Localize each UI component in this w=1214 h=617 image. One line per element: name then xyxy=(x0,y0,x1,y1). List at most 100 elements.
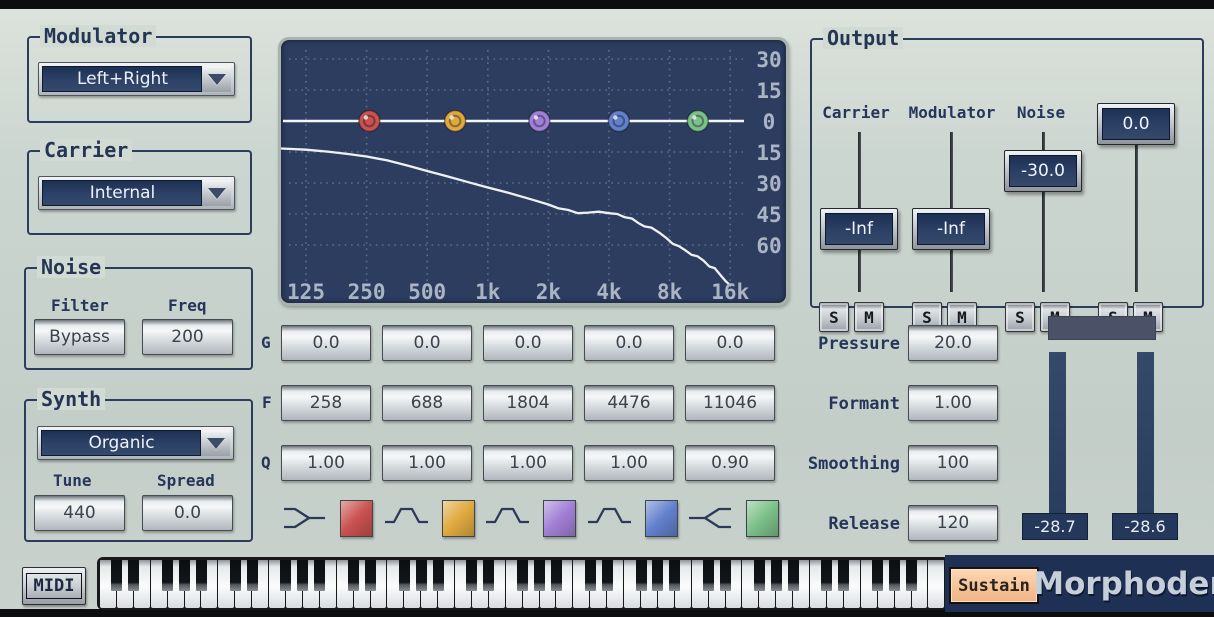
black-key[interactable] xyxy=(230,560,241,591)
white-key[interactable] xyxy=(455,560,471,608)
black-key[interactable] xyxy=(314,560,325,591)
black-key[interactable] xyxy=(247,560,258,591)
black-key[interactable] xyxy=(906,560,917,591)
black-key[interactable] xyxy=(551,560,562,591)
right-meter-readout[interactable]: -28.6 xyxy=(1112,513,1178,540)
black-key[interactable] xyxy=(585,560,596,591)
morph-fader-handle[interactable]: 0.0 xyxy=(1097,103,1175,145)
black-key[interactable] xyxy=(872,560,883,591)
carrier-mute-button[interactable]: M xyxy=(854,302,884,332)
white-key[interactable] xyxy=(928,560,944,608)
sustain-button[interactable]: Sustain xyxy=(949,567,1039,604)
black-key[interactable] xyxy=(788,560,799,591)
chevron-down-icon[interactable] xyxy=(201,66,231,92)
band2-color-button[interactable] xyxy=(442,500,475,537)
synth-spread-field[interactable]: 0.0 xyxy=(142,495,233,531)
band5-freq-field[interactable]: 11046 xyxy=(685,385,775,421)
white-key[interactable] xyxy=(810,560,826,608)
black-key[interactable] xyxy=(889,560,900,591)
black-key[interactable] xyxy=(534,560,545,591)
black-key[interactable] xyxy=(433,560,444,591)
band5-q-field[interactable]: 0.90 xyxy=(685,445,775,481)
band1-q-field[interactable]: 1.00 xyxy=(281,445,371,481)
white-key[interactable] xyxy=(269,560,285,608)
black-key[interactable] xyxy=(365,560,376,591)
morph-slider-track[interactable] xyxy=(1135,132,1138,292)
black-key[interactable] xyxy=(416,560,427,591)
black-key[interactable] xyxy=(297,560,308,591)
white-key[interactable] xyxy=(387,560,403,608)
band3-q-field[interactable]: 1.00 xyxy=(483,445,573,481)
band3-freq-field[interactable]: 1804 xyxy=(483,385,573,421)
band4-freq-field[interactable]: 4476 xyxy=(584,385,674,421)
synth-select[interactable]: Organic xyxy=(37,426,234,460)
release-field[interactable]: 120 xyxy=(908,505,998,541)
black-key[interactable] xyxy=(636,560,647,591)
band5-color-button[interactable] xyxy=(746,500,779,537)
midi-button[interactable]: MIDI xyxy=(22,567,86,605)
carrier-select[interactable]: Internal xyxy=(38,176,235,210)
black-key[interactable] xyxy=(669,560,680,591)
white-key[interactable] xyxy=(506,560,522,608)
black-key[interactable] xyxy=(703,560,714,591)
band-marker[interactable] xyxy=(359,111,380,132)
noise-solo-button[interactable]: S xyxy=(1005,302,1035,332)
band2-gain-field[interactable]: 0.0 xyxy=(382,325,472,361)
smoothing-field[interactable]: 100 xyxy=(908,445,998,481)
band1-color-button[interactable] xyxy=(340,500,373,537)
band-marker[interactable] xyxy=(529,111,550,132)
black-key[interactable] xyxy=(348,560,359,591)
black-key[interactable] xyxy=(838,560,849,591)
band1-freq-field[interactable]: 258 xyxy=(281,385,371,421)
white-key[interactable] xyxy=(624,560,640,608)
noise-freq-field[interactable]: 200 xyxy=(142,319,233,355)
modulator-select[interactable]: Left+Right xyxy=(38,62,235,96)
band-marker[interactable] xyxy=(608,111,629,132)
black-key[interactable] xyxy=(483,560,494,591)
black-key[interactable] xyxy=(754,560,765,591)
left-meter-readout[interactable]: -28.7 xyxy=(1022,513,1088,540)
black-key[interactable] xyxy=(602,560,613,591)
black-key[interactable] xyxy=(517,560,528,591)
black-key[interactable] xyxy=(179,560,190,591)
white-key[interactable] xyxy=(151,560,167,608)
band2-q-field[interactable]: 1.00 xyxy=(382,445,472,481)
carrier-fader-handle[interactable]: -Inf xyxy=(820,208,898,250)
white-key[interactable] xyxy=(692,560,708,608)
band-marker[interactable] xyxy=(687,111,708,132)
black-key[interactable] xyxy=(720,560,731,591)
band4-q-field[interactable]: 1.00 xyxy=(584,445,674,481)
black-key[interactable] xyxy=(466,560,477,591)
white-key[interactable] xyxy=(742,560,758,608)
white-key[interactable] xyxy=(337,560,353,608)
modulator-fader-handle[interactable]: -Inf xyxy=(912,208,990,250)
spectrum-display[interactable]: 30150153045601252505001k2k4k8k16k xyxy=(278,37,789,306)
synth-tune-field[interactable]: 440 xyxy=(34,495,125,531)
black-key[interactable] xyxy=(821,560,832,591)
black-key[interactable] xyxy=(162,560,173,591)
band4-color-button[interactable] xyxy=(645,500,678,537)
black-key[interactable] xyxy=(771,560,782,591)
noise-fader-handle[interactable]: -30.0 xyxy=(1004,150,1082,192)
black-key[interactable] xyxy=(399,560,410,591)
white-key[interactable] xyxy=(573,560,589,608)
black-key[interactable] xyxy=(280,560,291,591)
band-marker[interactable] xyxy=(445,111,466,132)
noise-filter-field[interactable]: Bypass xyxy=(34,319,125,355)
pressure-field[interactable]: 20.0 xyxy=(908,325,998,361)
black-key[interactable] xyxy=(128,560,139,591)
black-key[interactable] xyxy=(111,560,122,591)
formant-field[interactable]: 1.00 xyxy=(908,385,998,421)
chevron-down-icon[interactable] xyxy=(200,430,230,456)
black-key[interactable] xyxy=(196,560,207,591)
carrier-solo-button[interactable]: S xyxy=(819,302,849,332)
band4-gain-field[interactable]: 0.0 xyxy=(584,325,674,361)
band5-gain-field[interactable]: 0.0 xyxy=(685,325,775,361)
white-key[interactable] xyxy=(218,560,234,608)
piano-keyboard[interactable] xyxy=(97,557,947,610)
white-key[interactable] xyxy=(100,560,116,608)
band1-gain-field[interactable]: 0.0 xyxy=(281,325,371,361)
chevron-down-icon[interactable] xyxy=(201,180,231,206)
band3-gain-field[interactable]: 0.0 xyxy=(483,325,573,361)
white-key[interactable] xyxy=(861,560,877,608)
